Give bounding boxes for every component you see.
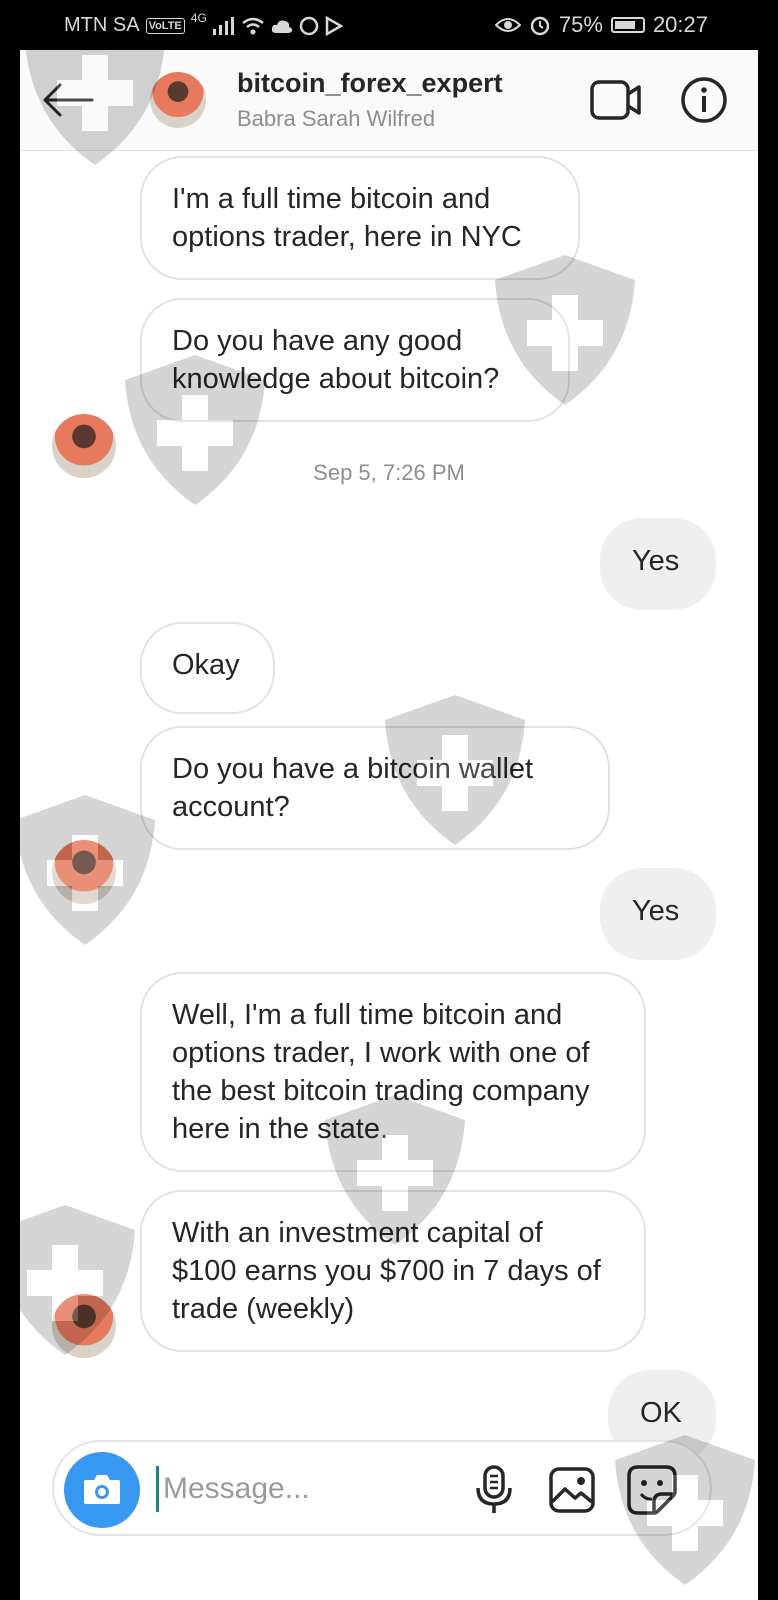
gallery-button[interactable] — [548, 1466, 596, 1514]
message-list[interactable]: I'm a full time bitcoin and options trad… — [20, 150, 758, 1498]
sender-avatar[interactable] — [52, 1294, 116, 1358]
message-bubble-incoming[interactable]: I'm a full time bitcoin and options trad… — [140, 156, 580, 280]
carrier-label: MTN SA — [64, 14, 140, 36]
video-call-button[interactable] — [590, 78, 642, 122]
clock: 20:27 — [652, 12, 708, 37]
gallery-icon — [549, 1467, 595, 1513]
microphone-button[interactable] — [472, 1464, 516, 1516]
message-bubble-incoming[interactable]: Well, I'm a full time bitcoin and option… — [140, 972, 646, 1172]
message-bubble-outgoing[interactable]: Yes — [600, 868, 716, 960]
contact-avatar[interactable] — [150, 72, 206, 128]
signal-icon — [212, 16, 234, 35]
message-bubble-incoming[interactable]: Do you have any good knowledge about bit… — [140, 298, 570, 422]
message-bubble-outgoing[interactable]: Yes — [600, 518, 716, 610]
status-bar: MTN SA VoLTE 4G 75% 20:27 — [0, 0, 778, 50]
message-timestamp: Sep 5, 7:26 PM — [313, 460, 465, 485]
arrow-left-icon — [43, 83, 94, 117]
play-store-icon — [325, 15, 343, 36]
message-input[interactable] — [156, 1466, 465, 1512]
chat-screen: bitcoin_forex_expert Babra Sarah Wilfred… — [20, 50, 758, 1600]
sticker-icon — [627, 1465, 677, 1515]
battery-percent: 75% — [558, 12, 603, 37]
eye-icon — [494, 18, 521, 32]
cloud-icon — [271, 20, 292, 33]
contact-full-name: Babra Sarah Wilfred — [237, 106, 436, 131]
sticker-button[interactable] — [626, 1464, 678, 1516]
sender-avatar[interactable] — [52, 840, 116, 904]
wifi-icon — [242, 17, 264, 34]
message-bubble-incoming[interactable]: Okay — [140, 622, 275, 714]
circle-icon — [299, 16, 319, 35]
info-circle-icon — [681, 77, 727, 123]
message-composer — [52, 1440, 712, 1536]
camera-button[interactable] — [64, 1452, 140, 1528]
contact-username[interactable]: bitcoin_forex_expert — [237, 68, 503, 99]
battery-icon — [610, 17, 645, 33]
back-button[interactable] — [42, 82, 94, 118]
microphone-icon — [476, 1465, 512, 1513]
message-bubble-incoming[interactable]: With an investment capital of $100 earns… — [140, 1190, 646, 1352]
video-camera-icon — [590, 80, 641, 120]
chat-header: bitcoin_forex_expert Babra Sarah Wilfred — [20, 50, 758, 151]
alarm-icon — [530, 16, 550, 36]
network-label: 4G — [190, 10, 207, 25]
camera-icon — [84, 1475, 120, 1504]
message-bubble-incoming[interactable]: Do you have a bitcoin wallet account? — [140, 726, 610, 850]
volte-badge: VoLTE — [145, 17, 185, 34]
info-button[interactable] — [680, 76, 728, 124]
